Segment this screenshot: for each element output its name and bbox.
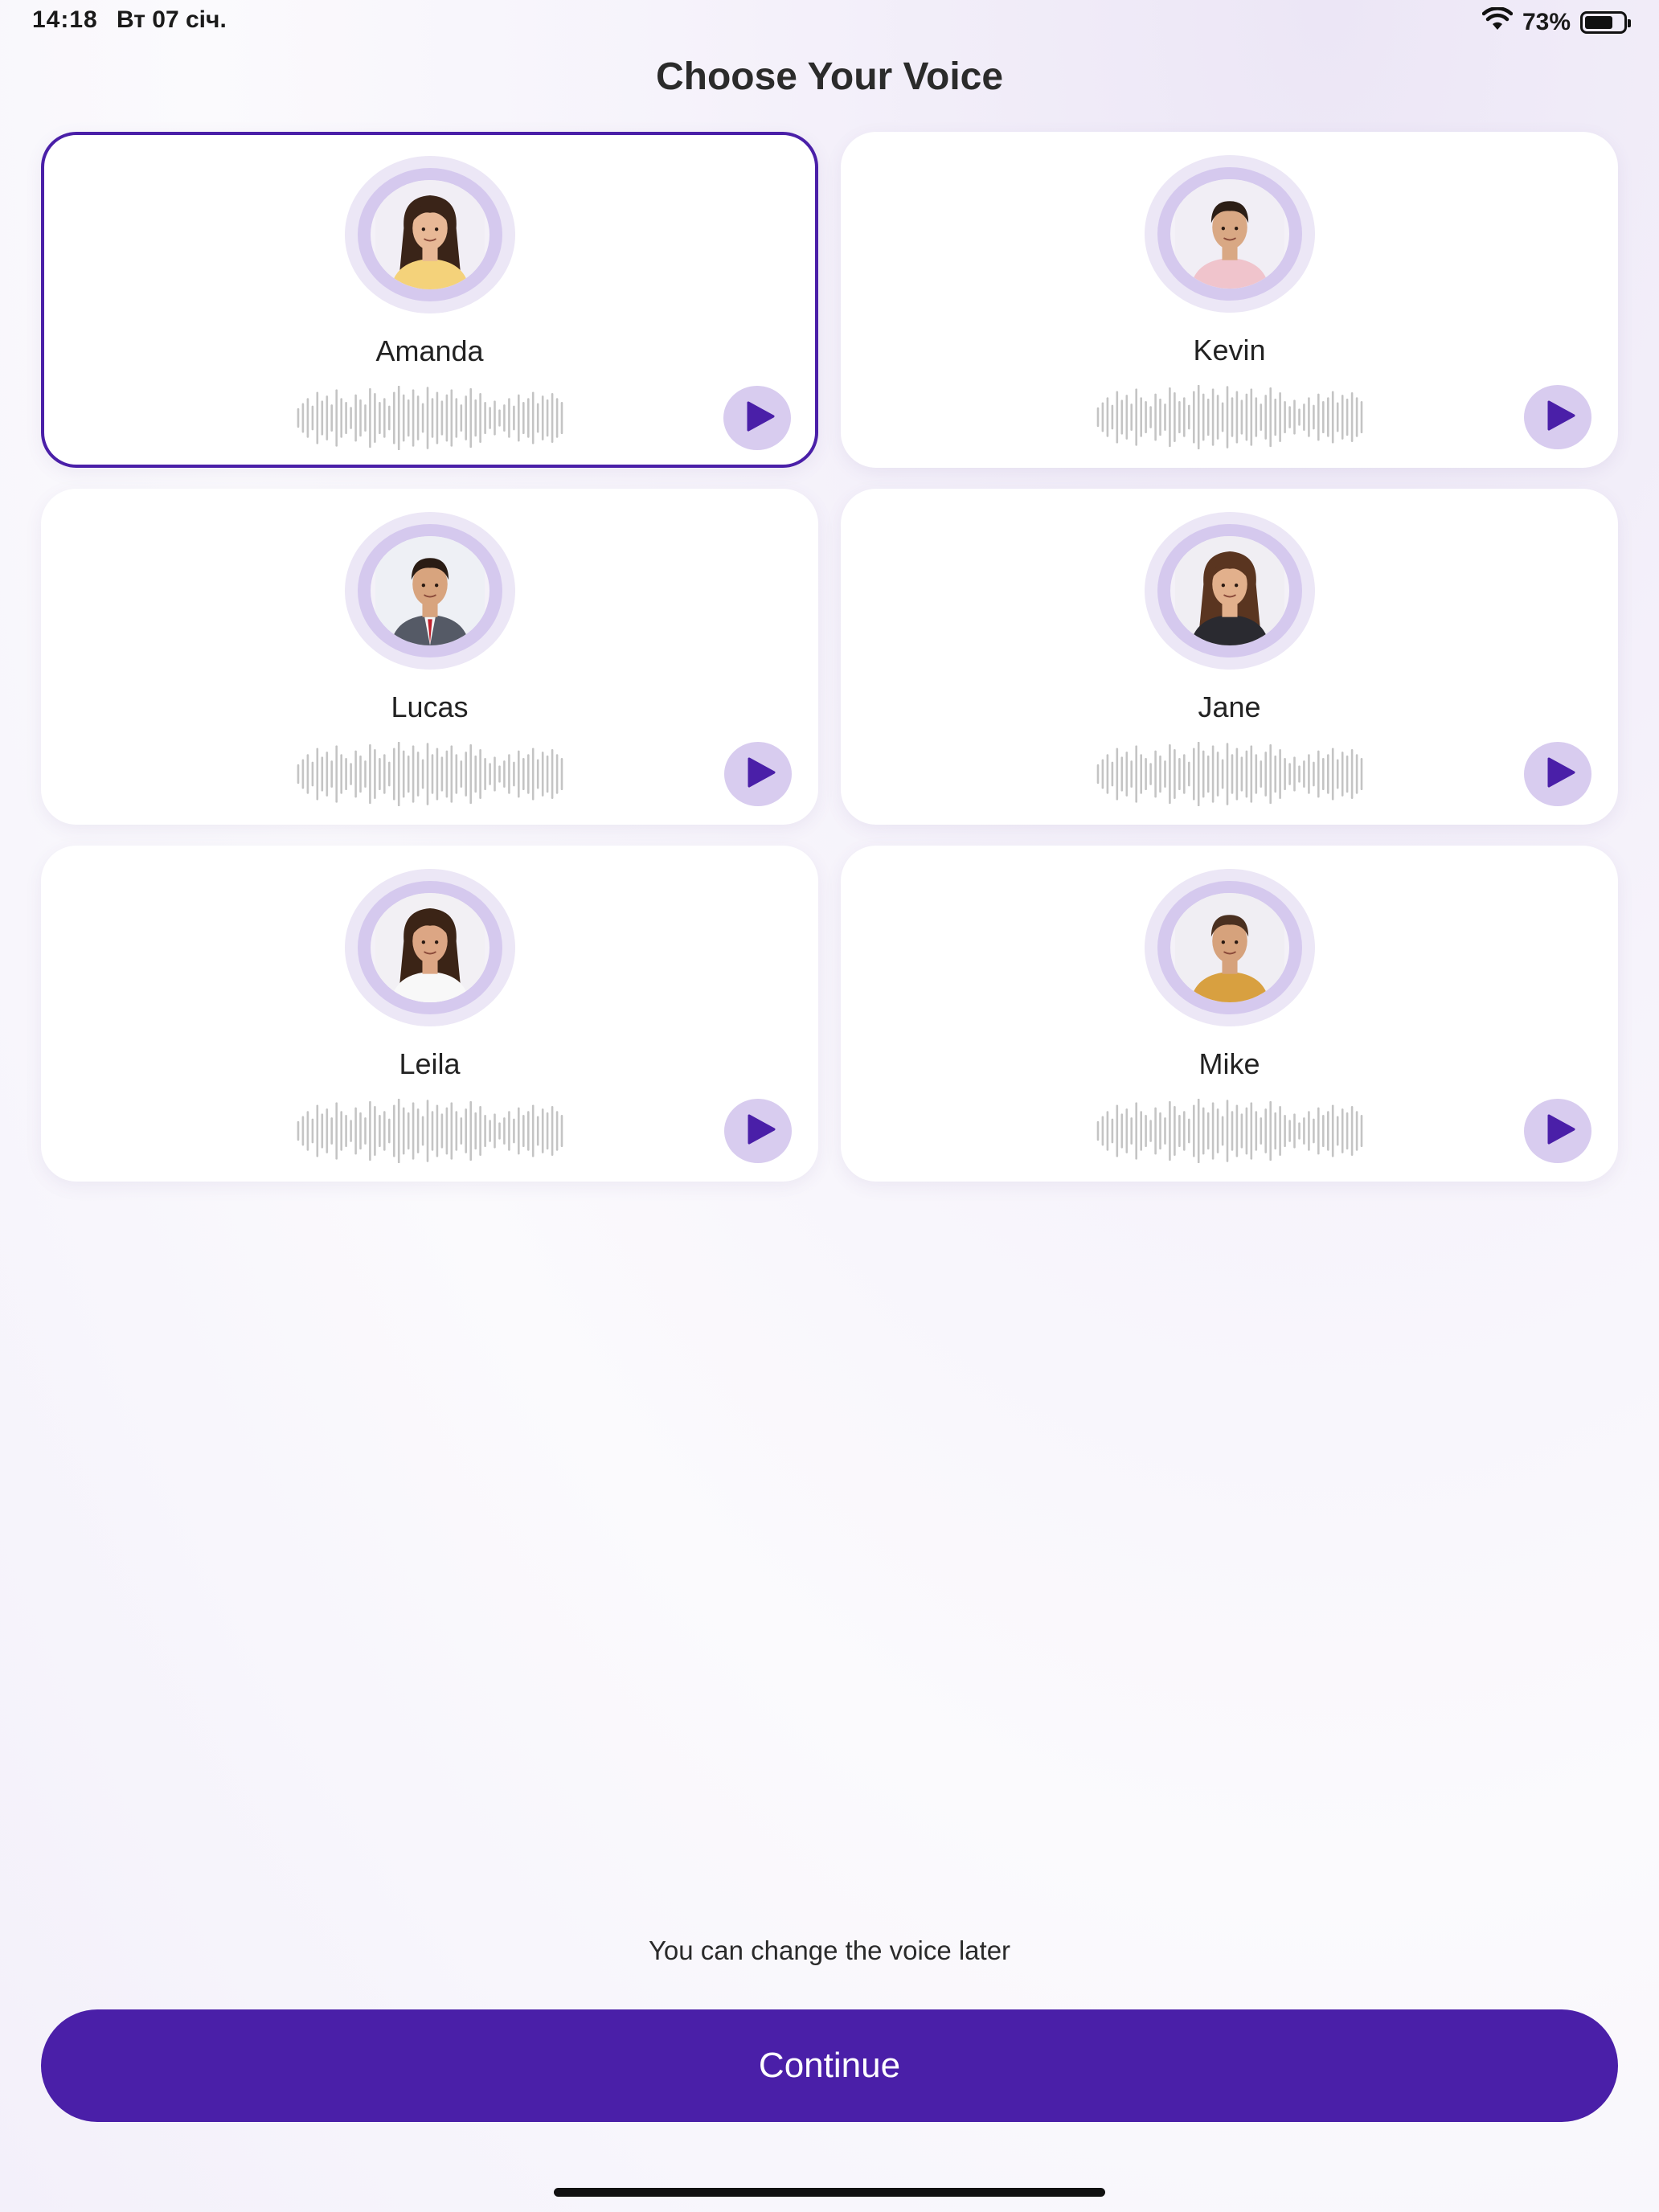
status-time: 14:18 xyxy=(32,6,98,33)
avatar-ring-inner xyxy=(1157,167,1302,301)
voice-name: Amanda xyxy=(375,334,484,367)
waveform-icon xyxy=(1096,742,1364,806)
avatar-ring-inner xyxy=(1157,881,1302,1014)
voice-name: Jane xyxy=(1198,690,1261,723)
play-button[interactable] xyxy=(724,1099,792,1163)
waveform-icon xyxy=(296,386,564,450)
continue-button[interactable]: Continue xyxy=(41,2009,1618,2122)
avatar-ring xyxy=(1144,869,1315,1026)
voice-grid: Amanda Kevin Lucas Jane Leila Mike xyxy=(41,132,1618,1182)
wifi-icon xyxy=(1481,6,1514,38)
avatar xyxy=(1169,893,1289,1002)
voice-name: Leila xyxy=(399,1047,461,1080)
voice-card-leila[interactable]: Leila xyxy=(41,846,818,1182)
voice-name: Mike xyxy=(1198,1047,1260,1080)
voice-name: Lucas xyxy=(391,690,469,723)
status-date: Вт 07 січ. xyxy=(117,6,227,33)
avatar-ring xyxy=(344,512,515,670)
battery-percent: 73% xyxy=(1522,9,1571,35)
avatar-ring xyxy=(1144,155,1315,313)
avatar-ring-inner xyxy=(357,524,502,657)
play-button[interactable] xyxy=(1524,742,1591,806)
play-button[interactable] xyxy=(1524,1099,1591,1163)
play-button[interactable] xyxy=(724,742,792,806)
status-right: 73% xyxy=(1481,5,1631,40)
avatar xyxy=(1169,179,1289,289)
play-icon xyxy=(739,1113,776,1149)
avatar xyxy=(370,180,490,289)
play-button[interactable] xyxy=(723,386,791,450)
play-icon xyxy=(1539,756,1576,793)
voice-card-mike[interactable]: Mike xyxy=(841,846,1618,1182)
avatar xyxy=(370,893,490,1002)
avatar xyxy=(1169,536,1289,645)
voice-card-jane[interactable]: Jane xyxy=(841,489,1618,825)
avatar-ring xyxy=(344,869,515,1026)
voice-card-kevin[interactable]: Kevin xyxy=(841,132,1618,468)
play-icon xyxy=(1539,399,1576,436)
avatar-ring xyxy=(344,156,515,313)
battery-level xyxy=(1585,16,1612,29)
avatar xyxy=(370,536,490,645)
waveform-icon xyxy=(296,1099,564,1163)
play-icon xyxy=(739,756,776,793)
avatar-ring-inner xyxy=(357,881,502,1014)
waveform-icon xyxy=(1096,385,1364,449)
page-title: Choose Your Voice xyxy=(655,55,1004,98)
voice-card-lucas[interactable]: Lucas xyxy=(41,489,818,825)
play-button[interactable] xyxy=(1524,385,1591,449)
hint-text: You can change the voice later xyxy=(648,1936,1011,1965)
avatar-ring-inner xyxy=(1157,524,1302,657)
voice-card-amanda[interactable]: Amanda xyxy=(41,132,818,468)
home-indicator xyxy=(554,2188,1105,2197)
waveform-icon xyxy=(1096,1099,1364,1163)
avatar-ring xyxy=(1144,512,1315,670)
voice-name: Kevin xyxy=(1193,334,1266,367)
play-icon xyxy=(739,400,776,436)
battery-icon xyxy=(1580,11,1631,34)
avatar-ring-inner xyxy=(357,168,502,301)
status-bar: 14:18 Вт 07 січ. 73% xyxy=(0,0,1659,45)
waveform-icon xyxy=(296,742,564,806)
play-icon xyxy=(1539,1113,1576,1149)
